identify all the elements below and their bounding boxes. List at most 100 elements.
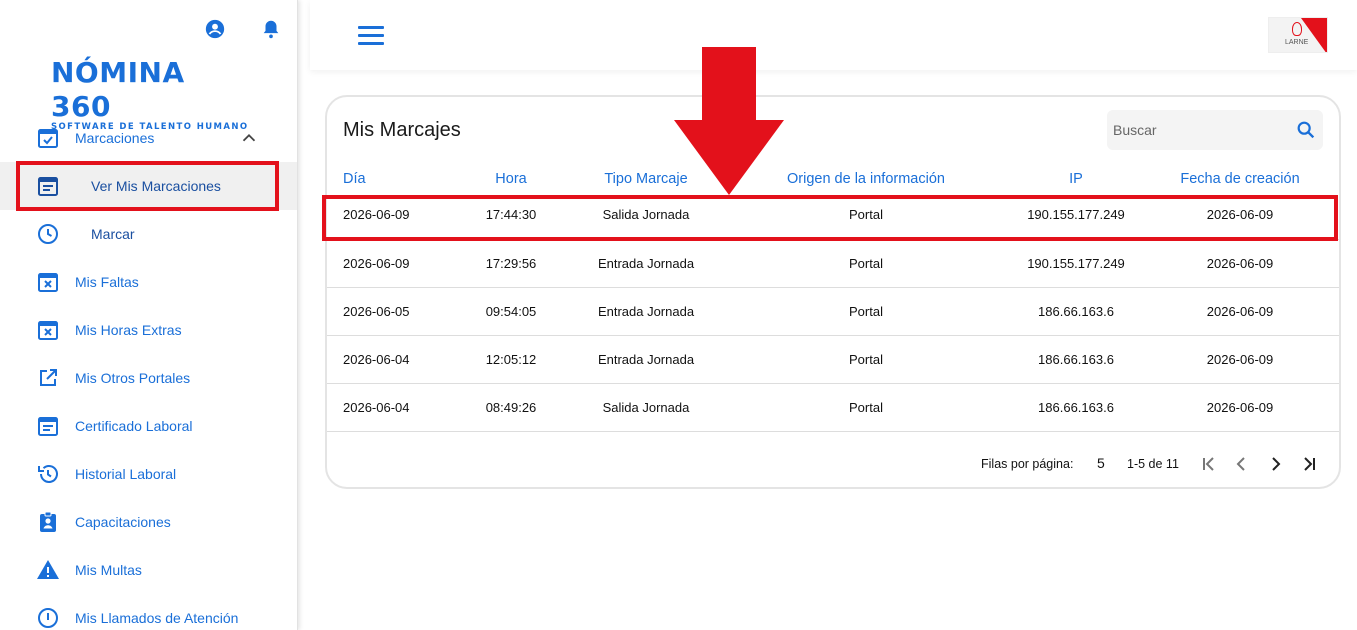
calendar-x-icon [38,273,58,292]
sidebar-item-label: Capacitaciones [75,514,171,530]
last-page-icon[interactable] [1299,454,1319,474]
sidebar-item-certificado-laboral[interactable]: Certificado Laboral [0,402,297,450]
column-header-dia[interactable]: Día [327,167,451,191]
cell-fecha-creacion: 2026-06-09 [1141,287,1339,336]
cell-origen: Portal [721,287,1011,336]
table-row[interactable]: 2026-06-09 17:29:56 Entrada Jornada Port… [327,239,1339,288]
sidebar-item-mis-faltas[interactable]: Mis Faltas [0,258,297,306]
top-bar: LARNE [310,0,1357,70]
search-box [1107,110,1323,150]
search-input[interactable] [1107,110,1287,150]
sidebar-item-mis-otros-portales[interactable]: Mis Otros Portales [0,354,297,402]
info-icon [38,608,58,628]
table-row[interactable]: 2026-06-04 08:49:26 Salida Jornada Porta… [327,383,1339,432]
app-root: NÓMINA 360 SOFTWARE DE TALENTO HUMANO Ma… [0,0,1357,630]
company-logo[interactable]: LARNE [1268,17,1328,53]
open-in-new-icon [40,369,57,386]
cell-dia: 2026-06-04 [327,383,451,432]
column-header-tipo-marcaje[interactable]: Tipo Marcaje [571,167,721,191]
cell-tipo-marcaje: Salida Jornada [571,383,721,432]
cell-tipo-marcaje: Entrada Jornada [571,287,721,336]
table-row[interactable]: 2026-06-09 17:44:30 Salida Jornada Porta… [327,191,1339,240]
lightbulb-icon [1292,22,1302,36]
sidebar-item-label: Mis Horas Extras [75,322,182,338]
page-title: Mis Marcajes [343,119,461,141]
column-header-fecha-creacion[interactable]: Fecha de creación [1141,167,1339,191]
assignment-ind-icon [40,511,56,532]
column-header-hora[interactable]: Hora [451,167,571,191]
chevron-up-icon[interactable] [238,127,260,149]
cell-origen: Portal [721,383,1011,432]
pagination-range: 1-5 de 11 [1127,457,1179,471]
calendar-list-icon [38,177,58,196]
first-page-icon[interactable] [1199,454,1219,474]
sidebar-nav: Marcaciones Ver Mis Marcaciones Marcar M… [0,114,297,630]
cell-ip: 186.66.163.6 [1011,335,1141,384]
cell-origen: Portal [721,191,1011,240]
cell-fecha-creacion: 2026-06-09 [1141,335,1339,384]
cell-hora: 09:54:05 [451,287,571,336]
sidebar-top-icons [204,18,282,40]
cell-ip: 190.155.177.249 [1011,191,1141,240]
sidebar-item-label: Mis Otros Portales [75,370,191,386]
rows-per-page-label: Filas por página: [981,457,1074,471]
sidebar-item-mis-multas[interactable]: Mis Multas [0,546,297,594]
sidebar-item-label: Historial Laboral [75,466,177,482]
history-icon [38,465,58,483]
cell-ip: 186.66.163.6 [1011,287,1141,336]
bell-icon[interactable] [260,18,282,40]
sidebar-item-label: Mis Faltas [75,274,139,290]
cell-tipo-marcaje: Entrada Jornada [571,239,721,288]
warning-icon [37,560,59,579]
account-circle-icon[interactable] [204,18,226,40]
cell-fecha-creacion: 2026-06-09 [1141,383,1339,432]
sidebar-item-marcaciones[interactable]: Marcaciones [0,114,297,162]
cell-tipo-marcaje: Entrada Jornada [571,335,721,384]
sidebar-item-mis-horas-extras[interactable]: Mis Horas Extras [0,306,297,354]
pagination: Filas por página: 5 1-5 de 11 [327,449,1339,479]
cell-origen: Portal [721,239,1011,288]
cell-fecha-creacion: 2026-06-09 [1141,191,1339,240]
cell-origen: Portal [721,335,1011,384]
cell-ip: 186.66.163.6 [1011,383,1141,432]
cell-fecha-creacion: 2026-06-09 [1141,239,1339,288]
cell-dia: 2026-06-09 [327,239,451,288]
sidebar-item-mis-llamados-de-atencion[interactable]: Mis Llamados de Atención [0,594,297,630]
rows-per-page-select[interactable]: 5 [1097,455,1105,471]
next-page-icon[interactable] [1265,454,1285,474]
calendar-x-icon [38,321,58,340]
sidebar-item-historial-laboral[interactable]: Historial Laboral [0,450,297,498]
table-header-row: Día Hora Tipo Marcaje Origen de la infor… [327,167,1339,191]
hamburger-menu-icon[interactable] [358,24,386,48]
cell-dia: 2026-06-04 [327,335,451,384]
marcajes-card: Mis Marcajes Día Hora Tipo Marcaje Orige… [325,95,1341,489]
sidebar-item-label: Ver Mis Marcaciones [91,178,221,194]
cell-ip: 190.155.177.249 [1011,239,1141,288]
column-header-origen[interactable]: Origen de la información [721,167,1011,191]
cell-tipo-marcaje: Salida Jornada [571,191,721,240]
marcajes-table: Día Hora Tipo Marcaje Origen de la infor… [327,167,1339,432]
company-logo-text: LARNE [1285,39,1309,46]
column-header-ip[interactable]: IP [1011,167,1141,191]
sidebar: NÓMINA 360 SOFTWARE DE TALENTO HUMANO Ma… [0,0,298,630]
cell-hora: 17:29:56 [451,239,571,288]
cell-dia: 2026-06-09 [327,191,451,240]
sidebar-item-marcar[interactable]: Marcar [0,210,297,258]
sidebar-item-label: Certificado Laboral [75,418,193,434]
table-row[interactable]: 2026-06-05 09:54:05 Entrada Jornada Port… [327,287,1339,336]
clock-icon [38,224,58,244]
logo-shape [1301,18,1327,52]
table-row[interactable]: 2026-06-04 12:05:12 Entrada Jornada Port… [327,335,1339,384]
calendar-list-icon [38,417,58,436]
cell-hora: 12:05:12 [451,335,571,384]
previous-page-icon[interactable] [1232,454,1252,474]
sidebar-item-label: Mis Multas [75,562,142,578]
sidebar-item-label: Marcaciones [75,130,155,146]
cell-hora: 08:49:26 [451,383,571,432]
calendar-check-icon [38,129,58,148]
cell-hora: 17:44:30 [451,191,571,240]
sidebar-item-label: Mis Llamados de Atención [75,610,239,626]
sidebar-item-capacitaciones[interactable]: Capacitaciones [0,498,297,546]
sidebar-item-ver-mis-marcaciones[interactable]: Ver Mis Marcaciones [0,162,297,210]
search-icon[interactable] [1295,119,1317,141]
